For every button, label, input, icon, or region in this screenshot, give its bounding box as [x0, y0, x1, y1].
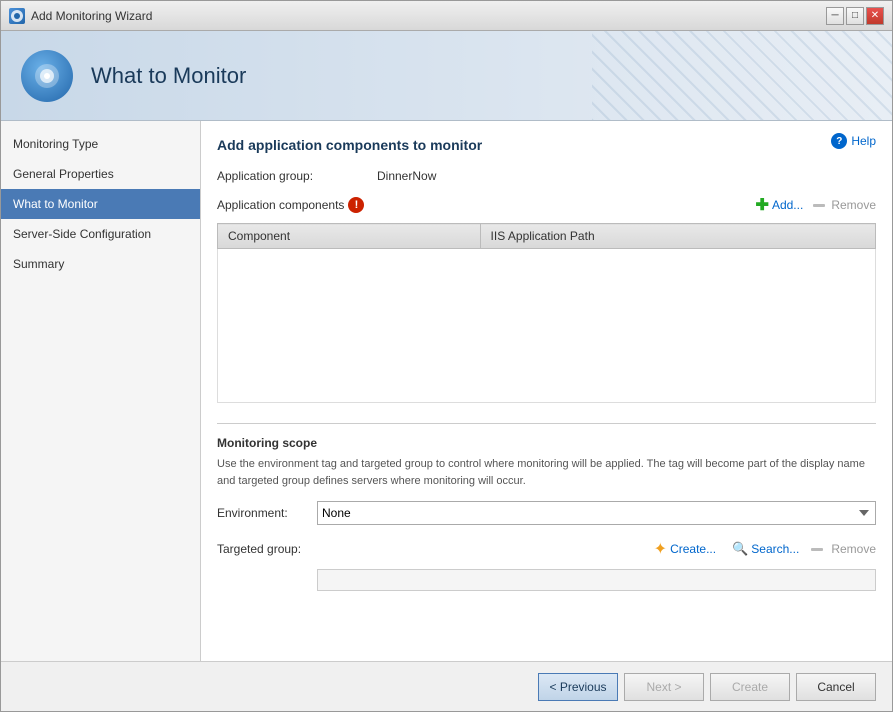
environment-label: Environment:: [217, 506, 317, 520]
monitoring-scope-section: Monitoring scope Use the environment tag…: [217, 423, 876, 591]
minimize-button[interactable]: ─: [826, 7, 844, 25]
main-content: Monitoring Type General Properties What …: [1, 121, 892, 661]
add-remove-buttons: ✚ Add... Remove: [752, 193, 876, 217]
create-button[interactable]: Create: [710, 673, 790, 701]
sidebar-item-general-properties[interactable]: General Properties: [1, 159, 200, 189]
scope-title: Monitoring scope: [217, 436, 876, 450]
application-components-row: Application components ! ✚ Add... Remove: [217, 193, 876, 217]
window-title: Add Monitoring Wizard: [31, 9, 826, 23]
cancel-button[interactable]: Cancel: [796, 673, 876, 701]
error-icon: !: [348, 197, 364, 213]
application-group-value: DinnerNow: [377, 169, 436, 183]
section-title: Add application components to monitor: [217, 137, 876, 153]
targeted-input-row: [217, 569, 876, 591]
sidebar-item-server-side-configuration[interactable]: Server-Side Configuration: [1, 219, 200, 249]
components-table: Component IIS Application Path: [217, 223, 876, 403]
title-bar: Add Monitoring Wizard ─ □ ✕: [1, 1, 892, 31]
window: Add Monitoring Wizard ─ □ ✕ What to Moni…: [0, 0, 893, 712]
previous-button[interactable]: < Previous: [538, 673, 618, 701]
application-components-label: Application components !: [217, 197, 752, 213]
close-button[interactable]: ✕: [866, 7, 884, 25]
create-star-icon: ✦: [654, 539, 667, 559]
header-area: What to Monitor: [1, 31, 892, 121]
sidebar-item-monitoring-type[interactable]: Monitoring Type: [1, 129, 200, 159]
environment-select[interactable]: None Production Staging Development: [317, 501, 876, 525]
maximize-button[interactable]: □: [846, 7, 864, 25]
scope-description: Use the environment tag and targeted gro…: [217, 456, 876, 489]
application-group-label: Application group:: [217, 169, 377, 183]
sidebar: Monitoring Type General Properties What …: [1, 121, 201, 661]
targeted-group-actions: ✦ Create... 🔍 Search... Remove: [317, 537, 876, 561]
header-title: What to Monitor: [91, 63, 246, 89]
table-empty-row: [218, 249, 876, 403]
add-button[interactable]: ✚ Add...: [752, 193, 808, 217]
remove-dash-icon: [813, 204, 825, 207]
next-button[interactable]: Next >: [624, 673, 704, 701]
title-bar-controls: ─ □ ✕: [826, 7, 884, 25]
column-iis-path: IIS Application Path: [480, 224, 875, 249]
help-link[interactable]: ? Help: [831, 133, 876, 149]
targeted-group-row: Targeted group: ✦ Create... 🔍 Search... …: [217, 537, 876, 561]
content-area: ? Help Add application components to mon…: [201, 121, 892, 661]
targeted-group-label: Targeted group:: [217, 542, 317, 556]
window-icon: [9, 8, 25, 24]
targeted-remove-dash-icon: [811, 548, 823, 551]
application-group-row: Application group: DinnerNow: [217, 169, 876, 183]
targeted-group-input[interactable]: [317, 569, 876, 591]
search-icon: 🔍: [732, 541, 748, 557]
header-decoration: [592, 31, 892, 121]
create-button[interactable]: ✦ Create...: [650, 537, 720, 561]
help-icon: ?: [831, 133, 847, 149]
footer: < Previous Next > Create Cancel: [1, 661, 892, 711]
sidebar-item-summary[interactable]: Summary: [1, 249, 200, 279]
sidebar-item-what-to-monitor[interactable]: What to Monitor: [1, 189, 200, 219]
add-icon: ✚: [756, 195, 769, 215]
environment-row: Environment: None Production Staging Dev…: [217, 501, 876, 525]
remove-button: Remove: [831, 198, 876, 212]
targeted-remove-button: Remove: [831, 542, 876, 556]
column-component: Component: [218, 224, 481, 249]
search-button[interactable]: 🔍 Search...: [728, 539, 803, 559]
header-icon: [21, 50, 73, 102]
